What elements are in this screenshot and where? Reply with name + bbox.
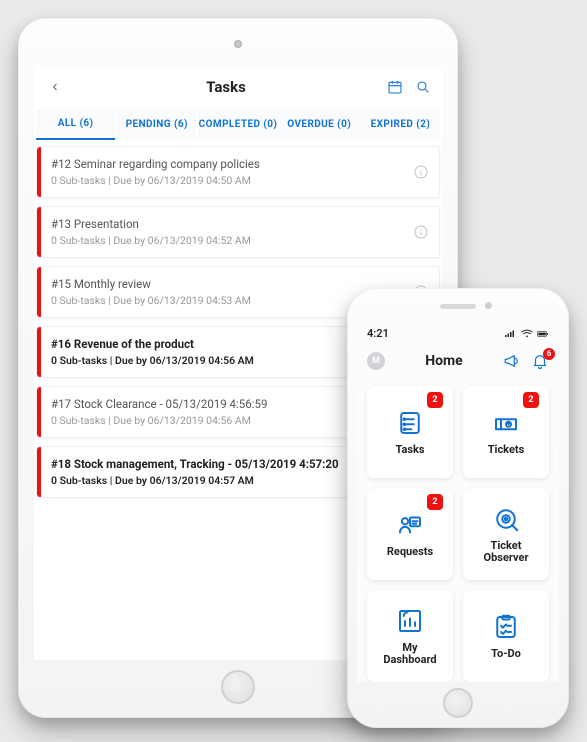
tile-badge: 2 — [427, 494, 443, 510]
filter-tab-all[interactable]: ALL(6) — [36, 108, 115, 140]
info-icon — [413, 164, 429, 180]
filter-tab-count: (6) — [174, 119, 188, 130]
dashboard-icon — [395, 606, 425, 636]
task-subtitle: 0 Sub-tasks | Due by 06/13/2019 04:52 AM — [51, 234, 427, 247]
filter-tab-expired[interactable]: EXPIRED(2) — [361, 108, 440, 140]
phone-home-button[interactable] — [443, 688, 473, 718]
tile-tasks[interactable]: 2 Tasks — [367, 386, 453, 478]
tile-observer[interactable]: TicketObserver — [463, 488, 549, 580]
tablet-header: Tasks — [34, 66, 442, 108]
chevron-left-icon — [49, 81, 61, 93]
tile-label: Requests — [387, 546, 433, 559]
filter-tab-label: EXPIRED — [371, 119, 414, 130]
tile-badge: 2 — [427, 392, 443, 408]
tile-tickets[interactable]: 2 Tickets — [463, 386, 549, 478]
back-button[interactable] — [44, 76, 66, 98]
todo-icon — [491, 612, 521, 642]
announcements-button[interactable] — [503, 352, 521, 370]
requests-icon — [395, 510, 425, 540]
filter-tab-label: ALL — [58, 118, 77, 129]
task-card[interactable]: #12 Seminar regarding company policies 0 … — [36, 146, 440, 198]
task-subtitle: 0 Sub-tasks | Due by 06/13/2019 04:50 AM — [51, 174, 427, 187]
task-info-button[interactable] — [413, 164, 429, 180]
filter-tab-count: (2) — [416, 119, 430, 130]
calendar-icon — [387, 79, 403, 95]
notifications-badge: 6 — [543, 348, 555, 360]
tasks-icon — [395, 408, 425, 438]
search-button[interactable] — [414, 78, 432, 96]
phone-device: 4:21 M Home 6 2 Tasks 2 Tickets 2 Requests Tic… — [347, 288, 569, 728]
filter-tabs: ALL(6)PENDING(6)COMPLETED(0)OVERDUE(0)EX… — [34, 108, 442, 140]
search-icon — [415, 79, 431, 95]
task-title: #13 Presentation — [51, 217, 427, 231]
status-icons — [505, 329, 549, 339]
avatar[interactable]: M — [367, 352, 385, 370]
phone-header-actions: 6 — [503, 352, 549, 370]
filter-tab-count: (0) — [263, 119, 277, 130]
tile-label: TicketObserver — [484, 540, 529, 565]
status-bar: 4:21 — [357, 324, 559, 343]
calendar-button[interactable] — [386, 78, 404, 96]
status-time: 4:21 — [367, 327, 389, 340]
tile-dashboard[interactable]: MyDashboard — [367, 590, 453, 682]
tickets-icon — [491, 408, 521, 438]
filter-tab-label: COMPLETED — [199, 119, 261, 130]
filter-tab-overdue[interactable]: OVERDUE(0) — [280, 108, 359, 140]
filter-tab-count: (6) — [80, 118, 94, 129]
tile-badge: 2 — [523, 392, 539, 408]
phone-header: M Home 6 — [357, 343, 559, 378]
phone-page-title: Home — [385, 353, 503, 369]
tile-label: Tasks — [395, 444, 424, 457]
task-info-button[interactable] — [413, 224, 429, 240]
signal-icon — [505, 329, 517, 339]
tile-todo[interactable]: To-Do — [463, 590, 549, 682]
phone-speaker — [440, 304, 476, 309]
filter-tab-count: (0) — [337, 119, 351, 130]
tile-grid: 2 Tasks 2 Tickets 2 Requests TicketObserver MyD… — [357, 378, 559, 682]
info-icon — [413, 224, 429, 240]
filter-tab-label: OVERDUE — [287, 119, 334, 130]
tile-requests[interactable]: 2 Requests — [367, 488, 453, 580]
tablet-home-button[interactable] — [221, 670, 255, 704]
battery-icon — [537, 329, 549, 339]
filter-tab-label: PENDING — [126, 119, 171, 130]
tile-label: To-Do — [491, 648, 521, 661]
page-title: Tasks — [66, 78, 386, 96]
phone-screen: 4:21 M Home 6 2 Tasks 2 Tickets 2 Requests Tic… — [357, 324, 559, 682]
filter-tab-pending[interactable]: PENDING(6) — [117, 108, 196, 140]
megaphone-icon — [503, 352, 521, 370]
task-title: #12 Seminar regarding company policies — [51, 157, 427, 171]
wifi-icon — [521, 329, 533, 339]
notifications-button[interactable]: 6 — [531, 352, 549, 370]
observer-icon — [491, 504, 521, 534]
header-actions — [386, 78, 432, 96]
task-card[interactable]: #13 Presentation 0 Sub-tasks | Due by 06/… — [36, 206, 440, 258]
tile-label: Tickets — [488, 444, 525, 457]
filter-tab-completed[interactable]: COMPLETED(0) — [198, 108, 277, 140]
phone-camera — [485, 302, 492, 309]
tile-label: MyDashboard — [383, 642, 436, 667]
tablet-camera — [234, 40, 242, 48]
